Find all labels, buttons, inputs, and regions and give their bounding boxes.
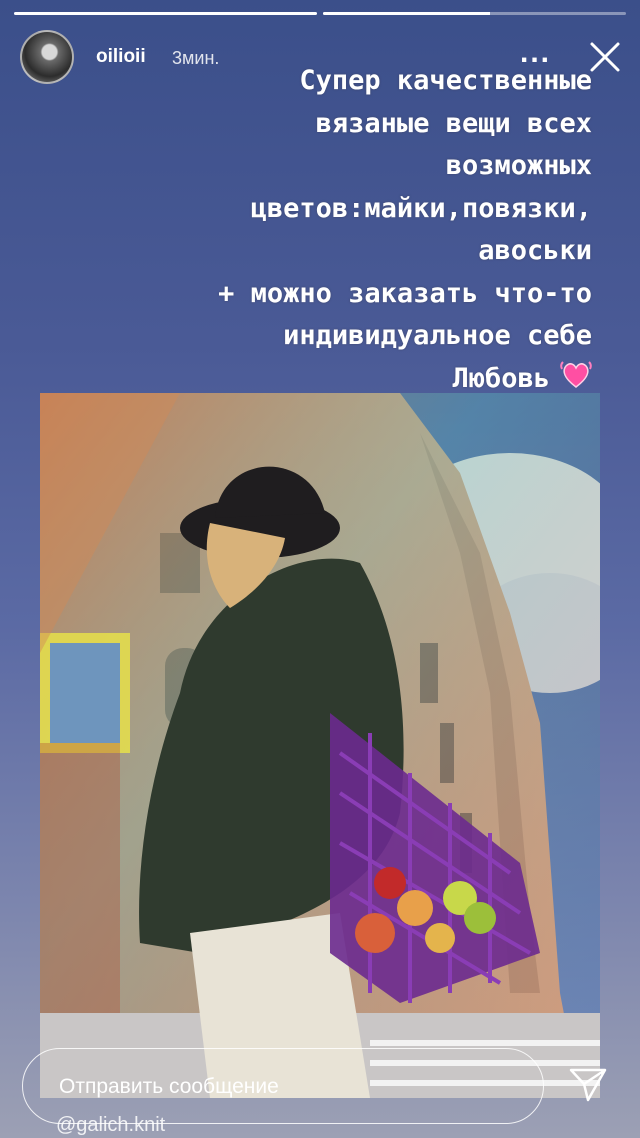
story-caption: Супер качественные вязаные вещи всех воз…: [32, 60, 592, 400]
heart-icon: [560, 360, 592, 388]
progress-segment-1: [14, 12, 317, 15]
reply-input[interactable]: Отправить сообщение: [22, 1048, 544, 1124]
send-icon[interactable]: [568, 1066, 608, 1104]
progress-segment-2: [323, 12, 626, 15]
caption-text: Супер качественные вязаные вещи всех воз…: [218, 65, 592, 394]
story-progress: [14, 12, 626, 15]
reply-placeholder: Отправить сообщение: [59, 1075, 279, 1098]
story-photo: [40, 393, 600, 1098]
close-icon[interactable]: [588, 40, 622, 74]
mention-tag[interactable]: @galich.knit: [56, 1114, 165, 1137]
